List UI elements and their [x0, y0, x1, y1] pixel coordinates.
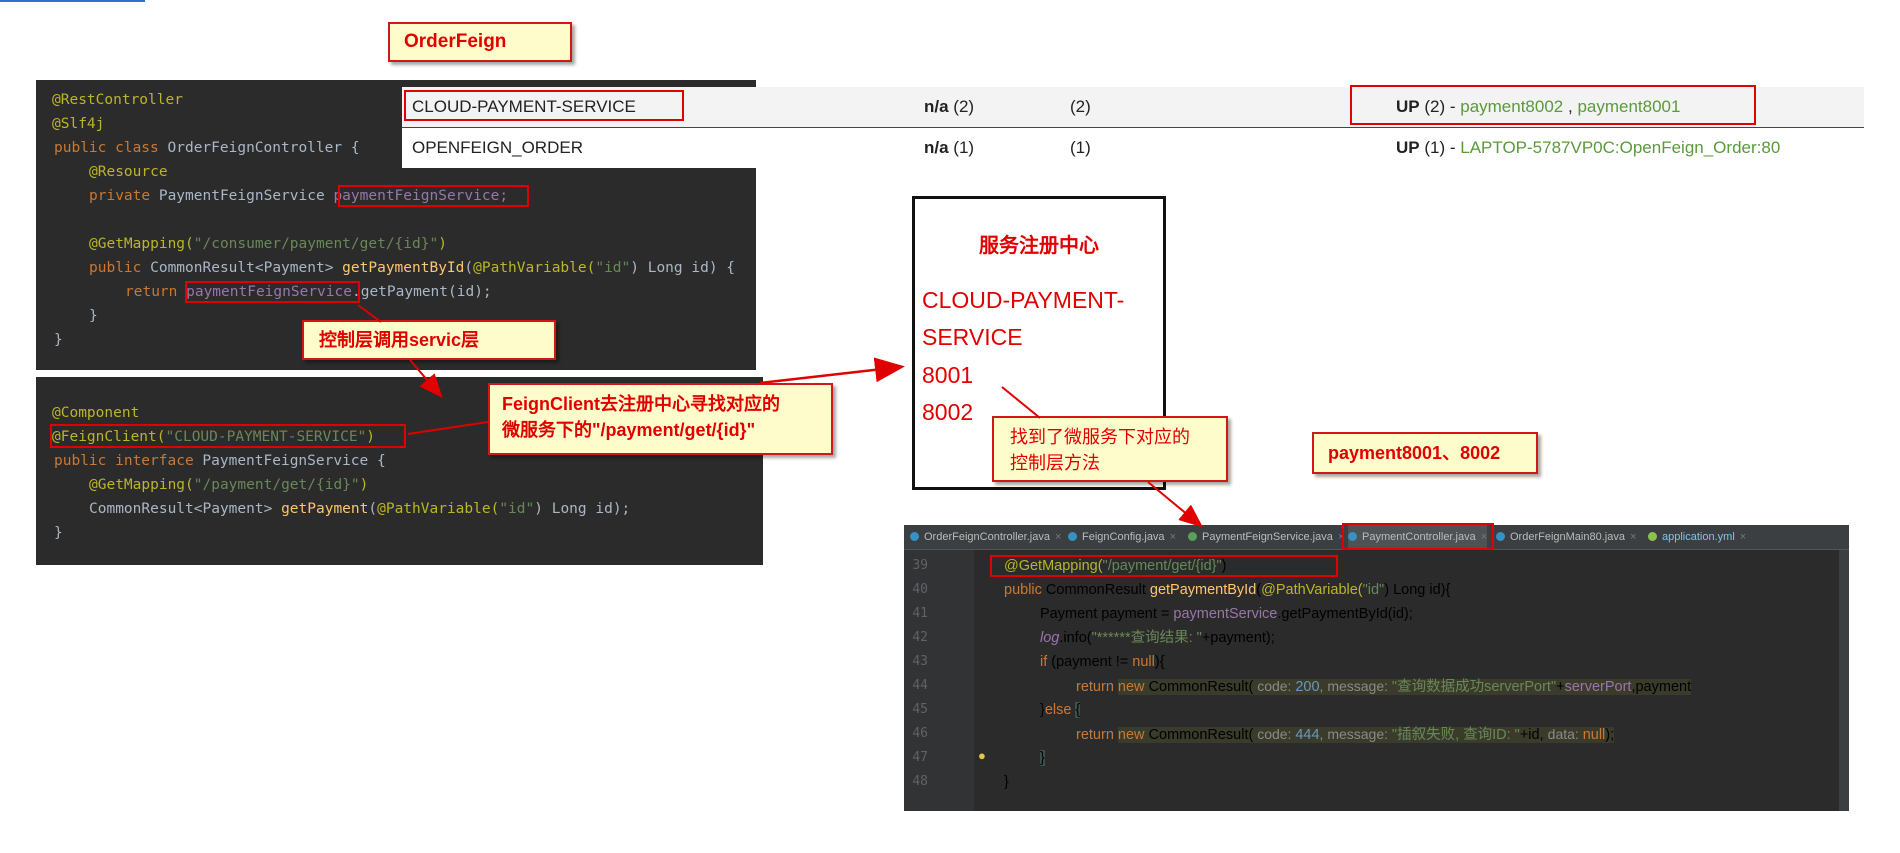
arrow-line [759, 357, 905, 385]
connector-arrows [357, 304, 1204, 528]
arrow-line [1001, 386, 1041, 419]
arrow-line [409, 359, 443, 399]
arrow-line [357, 304, 382, 323]
arrow-line [1147, 481, 1204, 528]
arrow-line [407, 421, 489, 435]
